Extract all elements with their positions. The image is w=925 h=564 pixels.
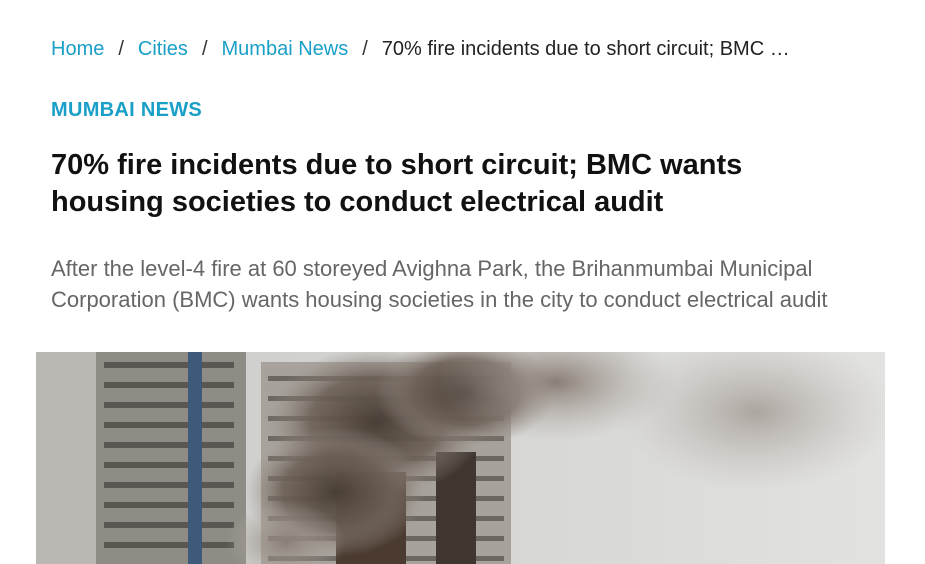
section-label-link[interactable]: MUMBAI NEWS	[51, 98, 202, 122]
breadcrumb-separator: /	[201, 38, 208, 60]
fire-building-photo	[36, 352, 885, 564]
breadcrumb-separator: /	[362, 38, 368, 60]
breadcrumb-cities-link[interactable]: Cities	[138, 38, 188, 60]
breadcrumb: Home / Cities / Mumbai News / 70% fire inciden…	[51, 37, 891, 61]
article-hero-image[interactable]	[36, 352, 885, 564]
breadcrumb-mumbai-news-link[interactable]: Mumbai News	[222, 38, 349, 60]
article-headline: 70% fire incidents due to short circuit;…	[51, 149, 743, 218]
article-summary: After the level-4 fire at 60 storeyed Av…	[51, 256, 828, 312]
breadcrumb-home-link[interactable]: Home	[51, 38, 104, 60]
breadcrumb-separator: /	[118, 38, 124, 60]
breadcrumb-current-page: 70% fire incidents due to short circuit;…	[381, 38, 790, 60]
